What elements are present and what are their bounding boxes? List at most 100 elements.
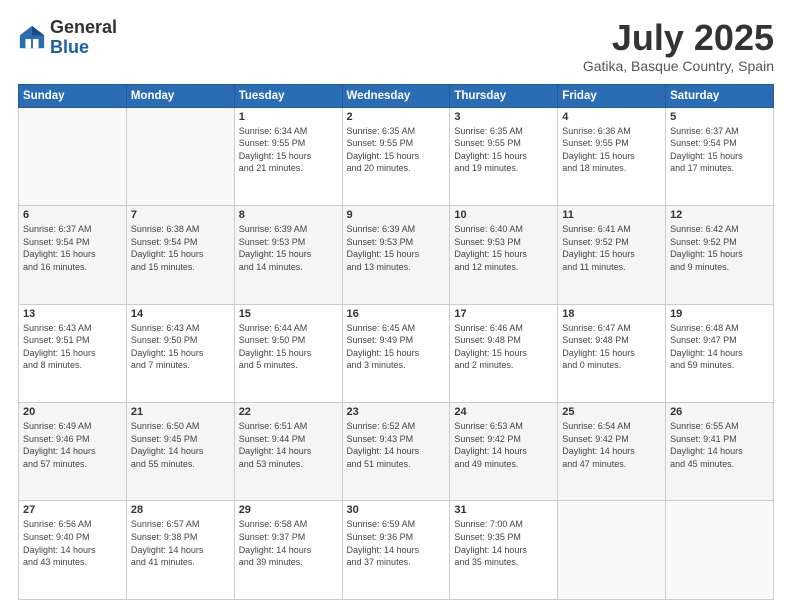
- day-number: 23: [347, 406, 446, 418]
- calendar-day-cell: [126, 107, 234, 205]
- day-info: Sunrise: 6:53 AM Sunset: 9:42 PM Dayligh…: [454, 420, 553, 470]
- day-info: Sunrise: 6:50 AM Sunset: 9:45 PM Dayligh…: [131, 420, 230, 470]
- day-number: 13: [23, 308, 122, 320]
- day-info: Sunrise: 6:37 AM Sunset: 9:54 PM Dayligh…: [670, 125, 769, 175]
- day-number: 8: [239, 209, 338, 221]
- calendar-day-cell: 20 Sunrise: 6:49 AM Sunset: 9:46 PM Dayli…: [19, 403, 127, 501]
- day-number: 24: [454, 406, 553, 418]
- day-info: Sunrise: 6:52 AM Sunset: 9:43 PM Dayligh…: [347, 420, 446, 470]
- calendar-day-cell: 28 Sunrise: 6:57 AM Sunset: 9:38 PM Dayli…: [126, 501, 234, 600]
- day-number: 6: [23, 209, 122, 221]
- day-info: Sunrise: 6:43 AM Sunset: 9:51 PM Dayligh…: [23, 322, 122, 372]
- day-info: Sunrise: 6:56 AM Sunset: 9:40 PM Dayligh…: [23, 518, 122, 568]
- calendar-header-sunday: Sunday: [19, 84, 127, 107]
- day-info: Sunrise: 6:42 AM Sunset: 9:52 PM Dayligh…: [670, 223, 769, 273]
- calendar-day-cell: 18 Sunrise: 6:47 AM Sunset: 9:48 PM Dayli…: [558, 304, 666, 402]
- calendar-day-cell: 6 Sunrise: 6:37 AM Sunset: 9:54 PM Daylig…: [19, 206, 127, 304]
- day-info: Sunrise: 6:40 AM Sunset: 9:53 PM Dayligh…: [454, 223, 553, 273]
- day-number: 25: [562, 406, 661, 418]
- day-number: 1: [239, 111, 338, 123]
- calendar-week-row: 20 Sunrise: 6:49 AM Sunset: 9:46 PM Dayli…: [19, 403, 774, 501]
- calendar-day-cell: 13 Sunrise: 6:43 AM Sunset: 9:51 PM Dayli…: [19, 304, 127, 402]
- day-number: 18: [562, 308, 661, 320]
- month-title: July 2025: [583, 18, 774, 58]
- day-info: Sunrise: 6:46 AM Sunset: 9:48 PM Dayligh…: [454, 322, 553, 372]
- calendar-week-row: 6 Sunrise: 6:37 AM Sunset: 9:54 PM Daylig…: [19, 206, 774, 304]
- calendar-day-cell: 26 Sunrise: 6:55 AM Sunset: 9:41 PM Dayli…: [666, 403, 774, 501]
- day-info: Sunrise: 6:58 AM Sunset: 9:37 PM Dayligh…: [239, 518, 338, 568]
- calendar-day-cell: 24 Sunrise: 6:53 AM Sunset: 9:42 PM Dayli…: [450, 403, 558, 501]
- day-info: Sunrise: 6:49 AM Sunset: 9:46 PM Dayligh…: [23, 420, 122, 470]
- calendar-header-row: SundayMondayTuesdayWednesdayThursdayFrid…: [19, 84, 774, 107]
- calendar-day-cell: 23 Sunrise: 6:52 AM Sunset: 9:43 PM Dayli…: [342, 403, 450, 501]
- day-info: Sunrise: 6:35 AM Sunset: 9:55 PM Dayligh…: [347, 125, 446, 175]
- calendar-week-row: 1Sunrise: 6:34 AM Sunset: 9:55 PM Daylig…: [19, 107, 774, 205]
- logo-general: General: [50, 17, 117, 37]
- logo: General Blue: [18, 18, 117, 58]
- title-block: July 2025 Gatika, Basque Country, Spain: [583, 18, 774, 74]
- calendar-day-cell: 27Sunrise: 6:56 AM Sunset: 9:40 PM Dayli…: [19, 501, 127, 600]
- calendar-day-cell: 21Sunrise: 6:50 AM Sunset: 9:45 PM Dayli…: [126, 403, 234, 501]
- calendar-header-monday: Monday: [126, 84, 234, 107]
- day-info: Sunrise: 7:00 AM Sunset: 9:35 PM Dayligh…: [454, 518, 553, 568]
- day-number: 2: [347, 111, 446, 123]
- calendar-day-cell: 15 Sunrise: 6:44 AM Sunset: 9:50 PM Dayli…: [234, 304, 342, 402]
- day-number: 19: [670, 308, 769, 320]
- day-info: Sunrise: 6:48 AM Sunset: 9:47 PM Dayligh…: [670, 322, 769, 372]
- day-number: 3: [454, 111, 553, 123]
- calendar-day-cell: 16 Sunrise: 6:45 AM Sunset: 9:49 PM Dayli…: [342, 304, 450, 402]
- day-number: 28: [131, 504, 230, 516]
- day-info: Sunrise: 6:55 AM Sunset: 9:41 PM Dayligh…: [670, 420, 769, 470]
- day-number: 26: [670, 406, 769, 418]
- header: General Blue July 2025 Gatika, Basque Co…: [18, 18, 774, 74]
- logo-icon: [18, 24, 46, 52]
- calendar-header-friday: Friday: [558, 84, 666, 107]
- day-info: Sunrise: 6:39 AM Sunset: 9:53 PM Dayligh…: [347, 223, 446, 273]
- logo-blue: Blue: [50, 37, 89, 57]
- calendar-header-tuesday: Tuesday: [234, 84, 342, 107]
- day-info: Sunrise: 6:37 AM Sunset: 9:54 PM Dayligh…: [23, 223, 122, 273]
- calendar-week-row: 27Sunrise: 6:56 AM Sunset: 9:40 PM Dayli…: [19, 501, 774, 600]
- day-number: 14: [131, 308, 230, 320]
- day-info: Sunrise: 6:43 AM Sunset: 9:50 PM Dayligh…: [131, 322, 230, 372]
- day-info: Sunrise: 6:47 AM Sunset: 9:48 PM Dayligh…: [562, 322, 661, 372]
- day-number: 4: [562, 111, 661, 123]
- day-number: 15: [239, 308, 338, 320]
- day-info: Sunrise: 6:54 AM Sunset: 9:42 PM Dayligh…: [562, 420, 661, 470]
- calendar-day-cell: 12 Sunrise: 6:42 AM Sunset: 9:52 PM Dayli…: [666, 206, 774, 304]
- calendar-day-cell: 22Sunrise: 6:51 AM Sunset: 9:44 PM Dayli…: [234, 403, 342, 501]
- logo-text: General Blue: [50, 18, 117, 58]
- calendar-day-cell: 30 Sunrise: 6:59 AM Sunset: 9:36 PM Dayli…: [342, 501, 450, 600]
- day-number: 20: [23, 406, 122, 418]
- day-number: 10: [454, 209, 553, 221]
- calendar-table: SundayMondayTuesdayWednesdayThursdayFrid…: [18, 84, 774, 600]
- calendar-day-cell: 17 Sunrise: 6:46 AM Sunset: 9:48 PM Dayli…: [450, 304, 558, 402]
- day-number: 17: [454, 308, 553, 320]
- calendar-header-wednesday: Wednesday: [342, 84, 450, 107]
- day-info: Sunrise: 6:59 AM Sunset: 9:36 PM Dayligh…: [347, 518, 446, 568]
- day-number: 29: [239, 504, 338, 516]
- day-info: Sunrise: 6:57 AM Sunset: 9:38 PM Dayligh…: [131, 518, 230, 568]
- calendar-day-cell: 9 Sunrise: 6:39 AM Sunset: 9:53 PM Daylig…: [342, 206, 450, 304]
- calendar-header-saturday: Saturday: [666, 84, 774, 107]
- calendar-day-cell: 29 Sunrise: 6:58 AM Sunset: 9:37 PM Dayli…: [234, 501, 342, 600]
- day-info: Sunrise: 6:38 AM Sunset: 9:54 PM Dayligh…: [131, 223, 230, 273]
- day-number: 30: [347, 504, 446, 516]
- calendar-day-cell: 2 Sunrise: 6:35 AM Sunset: 9:55 PM Daylig…: [342, 107, 450, 205]
- day-info: Sunrise: 6:36 AM Sunset: 9:55 PM Dayligh…: [562, 125, 661, 175]
- day-number: 12: [670, 209, 769, 221]
- calendar-day-cell: 31Sunrise: 7:00 AM Sunset: 9:35 PM Dayli…: [450, 501, 558, 600]
- day-info: Sunrise: 6:35 AM Sunset: 9:55 PM Dayligh…: [454, 125, 553, 175]
- day-info: Sunrise: 6:44 AM Sunset: 9:50 PM Dayligh…: [239, 322, 338, 372]
- day-number: 5: [670, 111, 769, 123]
- calendar-day-cell: [19, 107, 127, 205]
- calendar-day-cell: 14 Sunrise: 6:43 AM Sunset: 9:50 PM Dayli…: [126, 304, 234, 402]
- day-info: Sunrise: 6:45 AM Sunset: 9:49 PM Dayligh…: [347, 322, 446, 372]
- day-info: Sunrise: 6:39 AM Sunset: 9:53 PM Dayligh…: [239, 223, 338, 273]
- calendar-day-cell: 11Sunrise: 6:41 AM Sunset: 9:52 PM Dayli…: [558, 206, 666, 304]
- day-number: 11: [562, 209, 661, 221]
- calendar-day-cell: [666, 501, 774, 600]
- calendar-header-thursday: Thursday: [450, 84, 558, 107]
- day-number: 9: [347, 209, 446, 221]
- day-number: 16: [347, 308, 446, 320]
